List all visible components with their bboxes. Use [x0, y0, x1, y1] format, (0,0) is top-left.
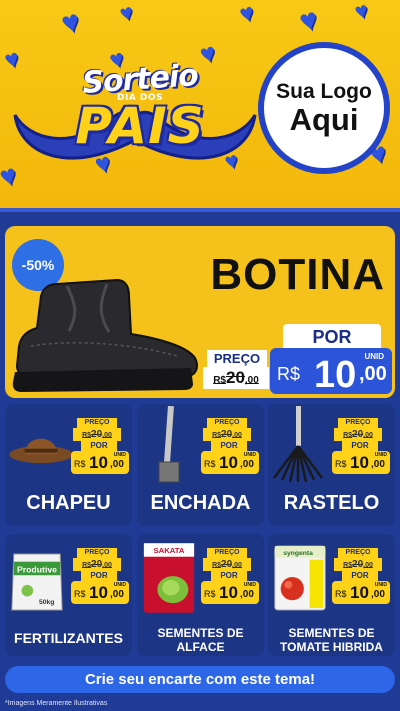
- hat-icon: [9, 438, 73, 464]
- seed-brand-syngenta: syngenta: [283, 550, 313, 557]
- hero-old-price: R$20,00: [203, 367, 269, 389]
- tag-por-label: POR: [81, 571, 117, 581]
- tag-por-label: POR: [342, 571, 378, 581]
- heart-icon: ♥: [236, 0, 258, 29]
- header-banner: ♥ ♥ ♥ ♥ ♥ ♥ ♥ ♥ ♥ ♥ ♥ ♥ ♥ Sorteio DIA DO…: [0, 0, 400, 210]
- tag-new-price: R$ 10,00 UNID: [332, 451, 390, 474]
- product-name-line1: SEMENTES DE: [157, 626, 244, 640]
- offers-panel: -50% BOTINA POR PREÇO R$20,00 UNID R$ 10…: [0, 208, 400, 711]
- product-card[interactable]: PREÇO R$20,00 POR R$ 10,00 UNID CHAPEU: [5, 404, 132, 526]
- tag-old-price: R$20,00: [334, 428, 382, 441]
- seed-packet-icon: syngenta: [274, 545, 326, 611]
- hero-new-price: UNID R$ 10 ,00: [270, 348, 392, 396]
- tag-preco-label: PREÇO: [338, 418, 378, 428]
- product-name: RASTELO: [283, 492, 380, 514]
- tag-new-price: R$ 10,00 UNID: [201, 581, 259, 604]
- product-card[interactable]: PREÇO R$20,00 POR R$ 10,00 UNID RASTELO: [268, 404, 395, 526]
- logo-text-line1: Sua Logo: [276, 79, 372, 103]
- hero-por-label: POR: [283, 324, 381, 350]
- price-tag: PREÇO R$20,00 POR R$ 10,00 UNID: [71, 548, 129, 606]
- product-card[interactable]: PREÇO R$20,00 POR R$ 10,00 UNID ENCHADA: [137, 404, 264, 526]
- product-name-line2: ALFACE: [176, 640, 225, 654]
- hero-unit-label: UNID: [364, 352, 384, 361]
- tag-old-price: R$20,00: [73, 558, 121, 571]
- product-card[interactable]: Produtive 50kg PREÇO R$20,00 POR R$ 10,00…: [5, 534, 132, 656]
- hero-currency: R$: [277, 364, 301, 384]
- product-name: ENCHADA: [150, 492, 251, 514]
- seed-packet-icon: SAKATA: [143, 543, 195, 613]
- price-tag: PREÇO R$20,00 POR R$ 10,00 UNID: [201, 548, 259, 606]
- hero-preco-label: PREÇO: [207, 350, 267, 367]
- tag-old-price: R$20,00: [203, 558, 251, 571]
- price-tag: PREÇO R$20,00 POR R$ 10,00 UNID: [71, 418, 129, 476]
- tag-old-price: R$20,00: [334, 558, 382, 571]
- tag-por-label: POR: [211, 441, 247, 451]
- tag-new-price: R$ 10,00 UNID: [71, 451, 129, 474]
- hero-old-int: 20: [225, 368, 245, 387]
- tag-por-label: POR: [211, 571, 247, 581]
- hero-product-name: BOTINA: [210, 250, 385, 299]
- product-card[interactable]: SAKATA PREÇO R$20,00 POR R$ 10,00 UNID SEM…: [137, 534, 264, 656]
- hoe-icon: [158, 406, 180, 483]
- tag-preco-label: PREÇO: [207, 418, 247, 428]
- hero-price-int: 10: [314, 354, 357, 396]
- heart-icon: ♥: [57, 4, 84, 41]
- tag-preco-label: PREÇO: [77, 418, 117, 428]
- title-pais: PAIS: [75, 97, 205, 155]
- fertilizer-weight: 50kg: [39, 599, 54, 606]
- campaign-title: Sorteio DIA DOS PAIS: [40, 58, 240, 155]
- tag-old-price: R$20,00: [203, 428, 251, 441]
- product-card[interactable]: syngenta PREÇO R$20,00 POR R$ 10,00 UNID S…: [268, 534, 395, 656]
- heart-icon: ♥: [295, 2, 322, 39]
- disclaimer-text: *Imagens Meramente Ilustrativas: [5, 700, 108, 707]
- hero-old-currency: R$: [213, 375, 226, 386]
- tag-preco-label: PREÇO: [77, 548, 117, 558]
- hero-old-dec: ,00: [244, 375, 259, 386]
- rake-icon: [273, 406, 323, 483]
- product-name: FERTILIZANTES: [14, 630, 123, 646]
- heart-icon: ♥: [116, 0, 136, 27]
- price-tag: PREÇO R$20,00 POR R$ 10,00 UNID: [332, 418, 390, 476]
- tag-por-label: POR: [81, 441, 117, 451]
- tag-new-price: R$ 10,00 UNID: [201, 451, 259, 474]
- tag-preco-label: PREÇO: [207, 548, 247, 558]
- tag-preco-label: PREÇO: [338, 548, 378, 558]
- seed-brand-sakata: SAKATA: [153, 546, 184, 555]
- tag-new-price: R$ 10,00 UNID: [332, 581, 390, 604]
- logo-placeholder[interactable]: Sua Logo Aqui: [258, 42, 390, 174]
- fertilizer-brand: Produtive: [17, 564, 57, 574]
- hero-offer-card[interactable]: -50% BOTINA POR PREÇO R$20,00 UNID R$ 10…: [5, 226, 395, 398]
- tag-new-price: R$ 10,00 UNID: [71, 581, 129, 604]
- hero-price-dec: ,00: [359, 363, 387, 385]
- price-tag: PREÇO R$20,00 POR R$ 10,00 UNID: [201, 418, 259, 476]
- boot-icon: [12, 278, 198, 392]
- heart-icon: ♥: [351, 0, 371, 25]
- logo-text-line2: Aqui: [289, 101, 359, 137]
- product-name-line1: SEMENTES DE: [288, 626, 375, 640]
- product-name: CHAPEU: [26, 492, 111, 514]
- product-name-line2: TOMATE HIBRIDA: [280, 640, 383, 654]
- fertilizer-bag-icon: Produtive 50kg: [11, 553, 63, 611]
- create-flyer-button[interactable]: Crie seu encarte com este tema!: [5, 666, 395, 693]
- price-tag: PREÇO R$20,00 POR R$ 10,00 UNID: [332, 548, 390, 606]
- tag-old-price: R$20,00: [73, 428, 121, 441]
- tag-por-label: POR: [342, 441, 378, 451]
